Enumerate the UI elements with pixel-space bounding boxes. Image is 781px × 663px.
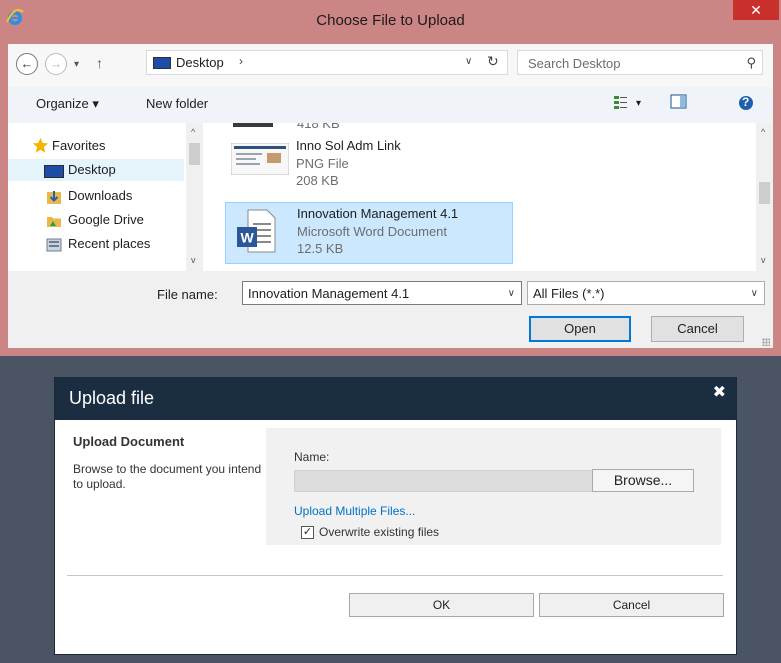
file-type: Microsoft Word Document [297,224,448,239]
chevron-down-icon[interactable]: ∨ [751,288,758,299]
file-name: Innovation Management 4.1 [297,206,459,221]
file-chooser-titlebar[interactable]: Choose File to Upload ✕ [0,0,781,44]
name-label: Name: [294,450,330,464]
search-placeholder: Search Desktop [528,56,621,71]
view-dropdown-icon[interactable]: ▾ [636,98,641,109]
sidebar-item-desktop[interactable]: Desktop [8,159,184,181]
partial-thumbnail [233,123,273,127]
word-document-icon: W [236,209,276,256]
cancel-button[interactable]: Cancel [651,316,744,342]
overwrite-label[interactable]: Overwrite existing files [319,525,439,539]
file-chooser-client: ← → ▾ ↑ Desktop › ∨ ↻ Search Desktop ⚲ O… [8,44,773,348]
navigation-bar: ← → ▾ ↑ Desktop › ∨ ↻ Search Desktop ⚲ [8,44,773,87]
file-chooser-window: Choose File to Upload ✕ ← → ▾ ↑ Desktop … [0,0,781,356]
sidebar-item-label: Desktop [68,162,116,177]
recent-locations-dropdown[interactable]: ▾ [74,59,79,70]
partial-file-size: 418 KB [297,123,340,131]
organize-menu[interactable]: Organize ▾ [36,96,99,112]
divider [67,575,723,576]
desktop-icon [44,165,64,178]
cancel-button[interactable]: Cancel [539,593,724,617]
file-size: 208 KB [296,173,339,188]
file-name-value[interactable]: Innovation Management 4.1 [248,286,409,301]
breadcrumb-separator[interactable]: › [239,54,243,68]
scrollbar-thumb[interactable] [189,143,200,165]
sidebar-item-google-drive[interactable]: Google Drive [8,209,184,231]
close-button[interactable]: ✕ [733,0,779,20]
scroll-up-arrow[interactable]: ^ [191,127,195,137]
list-item[interactable]: Inno Sol Adm Link PNG File 208 KB [225,135,513,195]
upload-dialog-title: Upload file [69,388,155,408]
scroll-down-arrow[interactable]: v [761,255,766,265]
file-list-scrollbar[interactable]: ^ v [756,123,773,271]
refresh-icon[interactable]: ↻ [487,53,499,70]
section-heading: Upload Document [73,434,185,449]
back-button[interactable]: ← [16,53,38,75]
file-name: Inno Sol Adm Link [296,138,401,153]
file-type-select[interactable]: All Files (*.*) ∨ [527,281,765,305]
file-name-label: File name: [157,287,218,302]
address-bar[interactable]: Desktop › ∨ ↻ [146,50,508,75]
file-list: 418 KB Inno Sol Adm Link PNG File 208 KB [203,123,773,271]
sidebar-item-label: Downloads [68,188,133,203]
forward-button[interactable]: → [45,53,67,75]
open-button[interactable]: Open [529,316,631,342]
recent-places-icon [46,237,62,260]
list-item-selected[interactable]: W Innovation Management 4.1 Microsoft Wo… [225,202,513,264]
file-path-input[interactable] [294,470,594,492]
scroll-down-arrow[interactable]: v [191,255,196,265]
file-chooser-title: Choose File to Upload [316,12,465,29]
address-dropdown-icon[interactable]: ∨ [465,56,472,67]
navigation-scrollbar[interactable]: ^ v [186,123,203,271]
sidebar-item-label: Recent places [68,236,151,251]
overwrite-checkbox[interactable]: ✓ [301,526,314,539]
chevron-down-icon[interactable]: ∨ [508,288,515,299]
close-icon[interactable]: ✖ [713,382,726,402]
help-glyph: ? [742,95,750,109]
resize-grip-icon[interactable] [762,338,770,346]
navigation-pane: Favorites Desktop Downloads Google Drive [8,123,203,271]
scroll-up-arrow[interactable]: ^ [761,127,765,137]
ok-button[interactable]: OK [349,593,534,617]
file-type: PNG File [296,156,349,171]
change-view-icon[interactable] [613,94,629,113]
search-input[interactable]: Search Desktop ⚲ [517,50,763,75]
section-description: Browse to the document you intend to upl… [73,462,262,491]
upload-file-dialog: Upload file ✖ Upload Document Browse to … [54,377,737,655]
upload-dialog-titlebar[interactable]: Upload file ✖ [55,378,736,420]
upload-multiple-files-link[interactable]: Upload Multiple Files... [294,504,415,518]
address-location[interactable]: Desktop [176,55,224,70]
file-dialog-footer: File name: Innovation Management 4.1 ∨ A… [8,271,773,348]
help-icon[interactable]: ? [738,95,754,114]
preview-pane-icon[interactable] [670,94,688,113]
png-thumbnail-icon [230,142,290,178]
desktop-icon [153,57,171,69]
svg-text:W: W [241,230,255,246]
search-icon[interactable]: ⚲ [746,55,756,71]
sidebar-item-downloads[interactable]: Downloads [8,185,184,207]
scrollbar-thumb[interactable] [759,182,770,204]
browse-button[interactable]: Browse... [592,469,694,492]
file-size: 12.5 KB [297,241,344,256]
file-type-value: All Files (*.*) [533,286,605,301]
star-icon [32,137,49,161]
sidebar-item-recent-places[interactable]: Recent places [8,233,184,255]
sidebar-item-label: Google Drive [68,212,144,227]
new-folder-button[interactable]: New folder [146,96,208,111]
command-toolbar: Organize ▾ New folder ▾ ? [8,87,773,123]
sidebar-item-favorites[interactable]: Favorites [8,135,184,157]
upload-form: Name: Browse... Upload Multiple Files...… [266,428,721,545]
up-arrow-icon[interactable]: ↑ [96,55,103,71]
file-name-input[interactable]: Innovation Management 4.1 ∨ [242,281,522,305]
sidebar-item-label: Favorites [52,138,106,153]
